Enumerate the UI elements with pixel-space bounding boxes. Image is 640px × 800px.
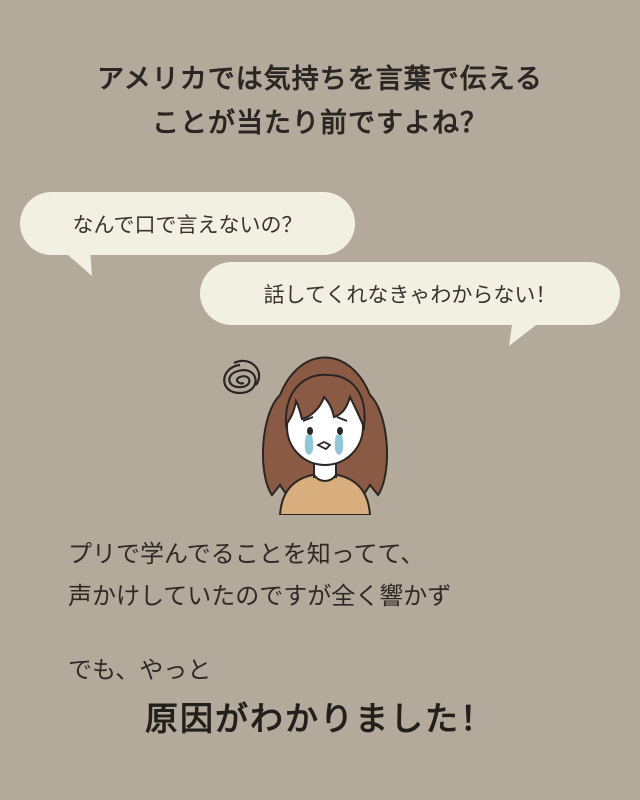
- headline-line-1: アメリカでは気持ちを言葉で伝える: [97, 64, 543, 95]
- speech-bubble-1-tail: [60, 248, 92, 276]
- body-text: プリで学んでることを知ってて、 声かけしていたのですが全く響かず: [68, 533, 451, 617]
- speech-bubble-2: 話してくれなきゃわからない！: [200, 262, 620, 325]
- speech-bubble-2-tail: [509, 318, 545, 346]
- speech-bubble-1: なんで口で言えないの？: [20, 192, 355, 255]
- confusion-scribble-icon: [223, 359, 261, 395]
- headline: アメリカでは気持ちを言葉で伝える ことが当たり前ですよね？: [0, 58, 640, 146]
- sub-text: でも、やっと: [68, 656, 212, 684]
- body-line-1: プリで学んでることを知ってて、: [68, 540, 425, 568]
- headline-line-2: ことが当たり前ですよね？: [152, 108, 488, 139]
- body-line-2: 声かけしていたのですが全く響かず: [68, 582, 452, 610]
- speech-bubble-1-text: なんで口で言えないの？: [72, 212, 303, 237]
- crying-woman-icon: [223, 356, 388, 515]
- conclusion-heading: 原因がわかりました！: [145, 699, 495, 738]
- speech-bubble-2-text: 話してくれなきゃわからない！: [263, 282, 557, 307]
